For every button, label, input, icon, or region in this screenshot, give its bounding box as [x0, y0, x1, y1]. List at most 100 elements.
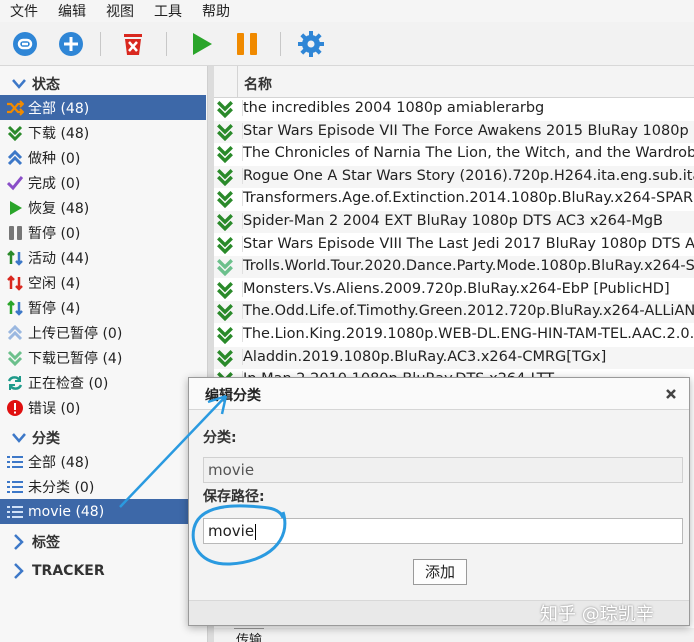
status-item-label: 暂停 (4): [28, 300, 81, 317]
download-icon: [216, 236, 236, 256]
connect-button[interactable]: [10, 30, 40, 58]
table-row[interactable]: Rogue One A Star Wars Story (2016).720p.…: [214, 165, 694, 188]
active-icon: [4, 248, 26, 268]
torrent-name: The Chronicles of Narnia The Lion, the W…: [242, 145, 694, 162]
status-item-label: 完成 (0): [28, 175, 81, 192]
menu-bar: 文件 编辑 视图 工具 帮助: [0, 0, 694, 22]
table-row[interactable]: Aladdin.2019.1080p.BluRay.AC3.x264-CMRG[…: [214, 346, 694, 369]
close-icon[interactable]: [663, 386, 679, 402]
menu-view[interactable]: 视图: [106, 1, 134, 21]
status-item-label: 正在检查 (0): [28, 375, 109, 392]
menu-help[interactable]: 帮助: [202, 1, 230, 21]
resume-icon: [4, 198, 26, 218]
download-icon: [216, 258, 236, 278]
add-button[interactable]: 添加: [413, 559, 467, 585]
table-row[interactable]: Trolls.World.Tour.2020.Dance.Party.Mode.…: [214, 256, 694, 279]
category-section-header[interactable]: 分类: [0, 425, 206, 450]
status-item-label: 做种 (0): [28, 150, 81, 167]
resume-button[interactable]: [186, 30, 216, 58]
delete-button[interactable]: [118, 30, 148, 58]
category-item-label: 未分类 (0): [28, 479, 95, 496]
check-icon: [4, 173, 26, 193]
status-item-download-paused[interactable]: 下载已暂停 (4): [0, 345, 206, 370]
download-icon: [216, 349, 236, 369]
save-path-input[interactable]: movie: [203, 518, 683, 544]
status-item-resumed[interactable]: 恢复 (48): [0, 195, 206, 220]
menu-file[interactable]: 文件: [10, 1, 38, 21]
idle-icon: [4, 273, 26, 293]
edit-category-dialog: 编辑分类 分类: movie 保存路径: movie 添加: [188, 377, 690, 626]
tags-section-header[interactable]: 标签: [0, 529, 206, 554]
table-row[interactable]: Star Wars Episode VII The Force Awakens …: [214, 120, 694, 143]
status-item-idle[interactable]: 空闲 (4): [0, 270, 206, 295]
name-column-header[interactable]: 名称: [244, 74, 272, 94]
chevron-down-icon: [8, 428, 30, 448]
toolbar: [0, 22, 694, 66]
table-row[interactable]: the incredibles 2004 1080p amiablerarbg: [214, 98, 694, 120]
connect-icon: [13, 32, 37, 56]
status-item-paused[interactable]: 暂停 (0): [0, 220, 206, 245]
tracker-header-label: TRACKER: [32, 562, 105, 579]
table-row[interactable]: Monsters.Vs.Aliens.2009.720p.BluRay.x264…: [214, 279, 694, 301]
menu-tools[interactable]: 工具: [154, 1, 182, 21]
transfer-label[interactable]: 传输: [234, 628, 265, 642]
torrent-name: Spider-Man 2 2004 EXT BluRay 1080p DTS A…: [242, 213, 663, 229]
table-row[interactable]: The.Odd.Life.of.Timothy.Green.2012.720p.…: [214, 301, 694, 324]
status-item-label: 全部 (48): [28, 100, 90, 117]
upload-paused-icon: [4, 323, 26, 343]
settings-button[interactable]: [296, 30, 326, 58]
status-item-label: 下载 (48): [28, 125, 90, 142]
menu-edit[interactable]: 编辑: [58, 1, 86, 21]
save-path-value: movie: [208, 522, 255, 540]
table-row[interactable]: The.Lion.King.2019.1080p.WEB-DL.ENG-HIN-…: [214, 324, 694, 346]
error-icon: [4, 398, 26, 418]
table-row[interactable]: The Chronicles of Narnia The Lion, the W…: [214, 143, 694, 165]
app-window: 文件 编辑 视图 工具 帮助 状态 全部 (48) 下载 (48) 做种 (0)…: [0, 0, 694, 642]
list-header: 名称: [214, 66, 694, 98]
tags-header-label: 标签: [32, 534, 60, 551]
status-item-seeding[interactable]: 做种 (0): [0, 145, 206, 170]
status-item-active[interactable]: 活动 (44): [0, 245, 206, 270]
status-item-label: 暂停 (0): [28, 225, 81, 242]
status-item-stalled[interactable]: 暂停 (4): [0, 295, 206, 320]
category-item-all[interactable]: 全部 (48): [0, 449, 206, 474]
status-item-label: 活动 (44): [28, 250, 90, 267]
torrent-name: The.Lion.King.2019.1080p.WEB-DL.ENG-HIN-…: [242, 326, 694, 342]
chevron-right-icon: [8, 532, 30, 552]
tracker-section-header[interactable]: TRACKER: [0, 558, 206, 583]
seed-icon: [4, 148, 26, 168]
status-section-header[interactable]: 状态: [0, 71, 206, 96]
stalled-icon: [4, 298, 26, 318]
add-torrent-button[interactable]: [56, 30, 86, 58]
status-item-all[interactable]: 全部 (48): [0, 95, 206, 120]
table-row[interactable]: Star Wars Episode VIII The Last Jedi 201…: [214, 234, 694, 256]
all-shuffle-icon: [4, 98, 26, 118]
category-item-uncategorized[interactable]: 未分类 (0): [0, 474, 206, 499]
delete-icon: [124, 34, 142, 55]
chevron-right-icon: [8, 561, 30, 581]
status-item-completed[interactable]: 完成 (0): [0, 170, 206, 195]
torrent-name: Rogue One A Star Wars Story (2016).720p.…: [242, 167, 694, 184]
status-item-upload-paused[interactable]: 上传已暂停 (0): [0, 320, 206, 345]
status-item-label: 错误 (0): [28, 400, 81, 417]
table-row[interactable]: Transformers.Age.of.Extinction.2014.1080…: [214, 188, 694, 210]
category-item-movie[interactable]: movie (48): [0, 499, 206, 524]
status-header-label: 状态: [32, 76, 60, 93]
category-label: 分类:: [203, 430, 237, 446]
dialog-title: 编辑分类: [205, 388, 261, 404]
category-item-label: 全部 (48): [28, 454, 90, 471]
download-paused-icon: [4, 348, 26, 368]
torrent-name: The.Odd.Life.of.Timothy.Green.2012.720p.…: [242, 303, 694, 320]
download-icon: [216, 145, 236, 165]
settings-icon: [298, 31, 324, 57]
table-row[interactable]: Spider-Man 2 2004 EXT BluRay 1080p DTS A…: [214, 211, 694, 233]
download-icon: [216, 303, 236, 323]
download-icon: [216, 168, 236, 188]
pause-button[interactable]: [232, 30, 262, 58]
status-item-checking[interactable]: 正在检查 (0): [0, 370, 206, 395]
status-item-error[interactable]: 错误 (0): [0, 395, 206, 420]
category-header-label: 分类: [32, 430, 60, 447]
torrent-name: Aladdin.2019.1080p.BluRay.AC3.x264-CMRG[…: [242, 348, 607, 365]
status-item-downloading[interactable]: 下载 (48): [0, 120, 206, 145]
status-column-header[interactable]: [214, 66, 238, 98]
